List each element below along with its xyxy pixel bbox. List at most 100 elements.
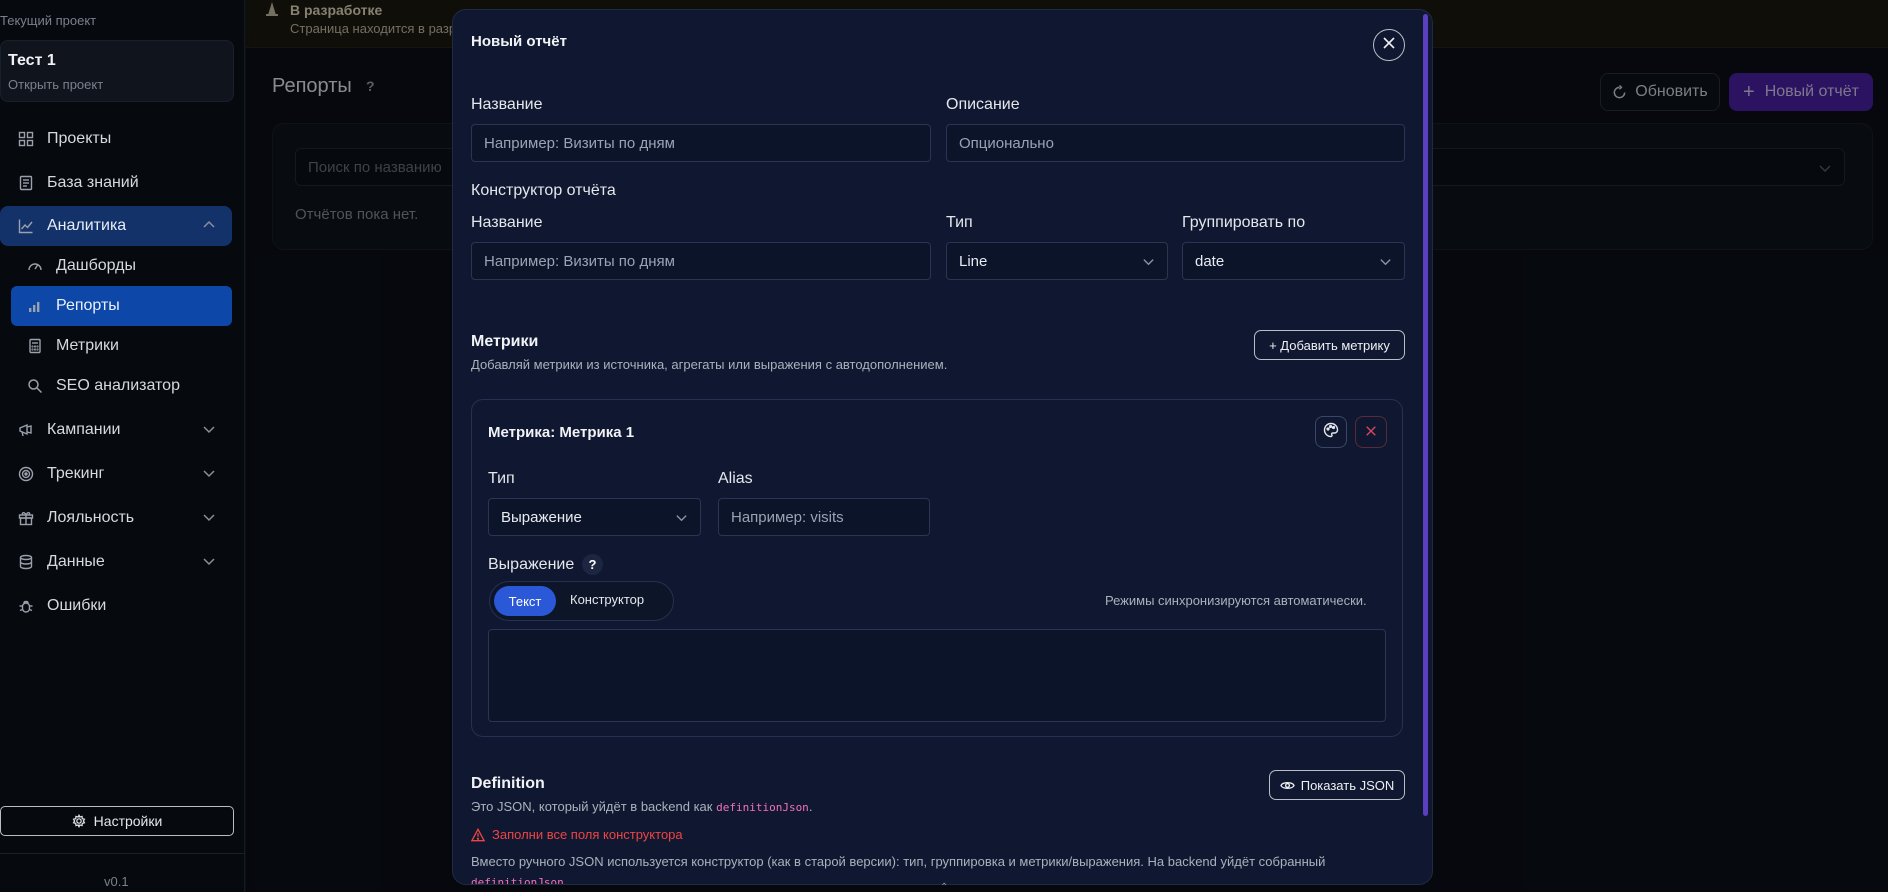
sidebar-item-label: Лояльность xyxy=(47,509,135,526)
validation-error: Заполни все поля конструктора xyxy=(471,827,683,842)
mode-text-tab[interactable]: Текст xyxy=(494,586,556,616)
chevron-down-icon xyxy=(202,510,216,529)
description-label: Описание xyxy=(946,96,1020,113)
sidebar-item-tracking[interactable]: Трекинг xyxy=(0,454,232,494)
type-select[interactable]: Line xyxy=(946,242,1168,280)
chevron-down-icon xyxy=(1379,255,1392,272)
bug-icon xyxy=(17,597,35,615)
chevron-up-icon xyxy=(202,218,216,237)
add-metric-button[interactable]: + Добавить метрику xyxy=(1254,330,1405,360)
project-switcher[interactable]: Тест 1 Открыть проект xyxy=(0,40,234,102)
definition-title: Definition xyxy=(471,775,545,792)
sidebar-item-knowledge[interactable]: База знаний xyxy=(0,163,232,203)
mode-constructor-tab[interactable]: Конструктор xyxy=(570,592,644,607)
chevron-down-icon xyxy=(202,554,216,573)
sidebar-item-label: Проекты xyxy=(47,130,112,147)
name-input[interactable]: Например: Визиты по дням xyxy=(471,124,931,162)
sidebar-item-label: Репорты xyxy=(56,297,120,314)
sidebar: Текущий проект Тест 1 Открыть проект Про… xyxy=(0,0,245,892)
name-placeholder: Например: Визиты по дням xyxy=(484,134,675,152)
chevron-down-icon xyxy=(202,422,216,441)
warning-icon xyxy=(471,827,485,842)
sidebar-item-label: Кампании xyxy=(47,421,121,438)
sidebar-item-errors[interactable]: Ошибки xyxy=(0,586,232,626)
sidebar-item-label: SEO анализатор xyxy=(56,377,180,394)
sidebar-item-reports[interactable]: Репорты xyxy=(11,286,232,326)
definition-desc-text: Это JSON, который уйдёт в backend как xyxy=(471,799,713,814)
chevron-down-icon xyxy=(202,466,216,485)
alias-input[interactable]: Например: visits xyxy=(718,498,930,536)
sidebar-item-seo[interactable]: SEO анализатор xyxy=(11,366,232,406)
definition-note-suffix: . xyxy=(563,874,568,885)
expression-textarea[interactable] xyxy=(488,629,1386,722)
resize-handle-icon: ⌃ xyxy=(940,882,949,892)
remove-metric-button[interactable] xyxy=(1355,416,1387,448)
constructor-title: Конструктор отчёта xyxy=(471,182,616,199)
metrics-title: Метрики xyxy=(471,333,539,350)
grid-icon xyxy=(17,130,35,148)
chevron-down-icon xyxy=(1142,255,1155,272)
sidebar-item-label: База знаний xyxy=(47,174,139,191)
sidebar-item-projects[interactable]: Проекты xyxy=(0,119,232,159)
sidebar-item-analytics[interactable]: Аналитика xyxy=(0,206,232,246)
definition-code: definitionJson xyxy=(716,801,809,814)
expression-help-icon[interactable]: ? xyxy=(582,554,603,575)
gauge-icon xyxy=(26,257,44,275)
alias-placeholder: Например: visits xyxy=(731,508,844,526)
show-json-label: Показать JSON xyxy=(1300,777,1395,793)
sidebar-item-label: Дашборды xyxy=(56,257,136,274)
new-report-modal: Новый отчёт Название Например: Визиты по… xyxy=(452,9,1433,885)
sidebar-item-label: Ошибки xyxy=(47,597,107,614)
type-select-value: Line xyxy=(959,252,988,270)
metric-type-label: Тип xyxy=(488,470,515,487)
definition-note: Вместо ручного JSON используется констру… xyxy=(471,852,1391,885)
expression-label: Выражение xyxy=(488,556,575,573)
sidebar-item-metrics[interactable]: Метрики xyxy=(11,326,232,366)
modal-scrollbar[interactable] xyxy=(1423,14,1428,816)
group-by-label: Группировать по xyxy=(1182,214,1306,231)
search-icon xyxy=(26,377,44,395)
line-chart-icon xyxy=(17,217,35,235)
name-label: Название xyxy=(471,96,543,113)
show-json-button[interactable]: Показать JSON xyxy=(1269,770,1405,800)
sidebar-item-campaigns[interactable]: Кампании xyxy=(0,410,232,450)
definition-note-text: Вместо ручного JSON используется констру… xyxy=(471,854,1326,869)
gift-icon xyxy=(17,509,35,527)
sidebar-item-label: Метрики xyxy=(56,337,119,354)
metric-type-select[interactable]: Выражение xyxy=(488,498,701,536)
chevron-down-icon xyxy=(675,511,688,528)
open-project-link[interactable]: Открыть проект xyxy=(8,77,103,92)
sidebar-item-dashboards[interactable]: Дашборды xyxy=(11,246,232,286)
definition-desc: Это JSON, который уйдёт в backend как de… xyxy=(471,799,812,814)
definition-note-code: definitionJson xyxy=(471,876,564,885)
sidebar-item-label: Трекинг xyxy=(47,465,105,482)
validation-error-text: Заполни все поля конструктора xyxy=(492,827,683,842)
sync-hint: Режимы синхронизируются автоматически. xyxy=(1105,593,1367,608)
gear-icon xyxy=(72,814,86,828)
metric-title: Метрика: Метрика 1 xyxy=(488,424,635,441)
metric-type-value: Выражение xyxy=(501,508,582,526)
app-version: v0.1 xyxy=(104,874,129,889)
sidebar-item-loyalty[interactable]: Лояльность xyxy=(0,498,232,538)
megaphone-icon xyxy=(17,421,35,439)
close-button[interactable] xyxy=(1373,29,1405,61)
constructor-name-input[interactable]: Например: Визиты по дням xyxy=(471,242,931,280)
group-by-select[interactable]: date xyxy=(1182,242,1405,280)
description-input[interactable]: Опционально xyxy=(946,124,1405,162)
sidebar-item-data[interactable]: Данные xyxy=(0,542,232,582)
sidebar-divider xyxy=(0,853,245,854)
metric-card: Метрика: Метрика 1 Тип Выражение Alias Н… xyxy=(471,399,1403,737)
settings-button[interactable]: Настройки xyxy=(0,806,234,836)
eye-icon xyxy=(1279,778,1295,793)
alias-label: Alias xyxy=(718,470,753,487)
constructor-name-label: Название xyxy=(471,214,543,231)
definition-desc-suffix: . xyxy=(808,799,813,814)
bar-chart-icon xyxy=(26,297,44,315)
group-by-value: date xyxy=(1195,252,1225,270)
close-icon xyxy=(1382,36,1396,54)
description-placeholder: Опционально xyxy=(959,134,1054,152)
current-project-caption: Текущий проект xyxy=(0,13,97,28)
type-label: Тип xyxy=(946,214,973,231)
sidebar-item-label: Данные xyxy=(47,553,105,570)
metric-color-button[interactable] xyxy=(1315,416,1347,448)
